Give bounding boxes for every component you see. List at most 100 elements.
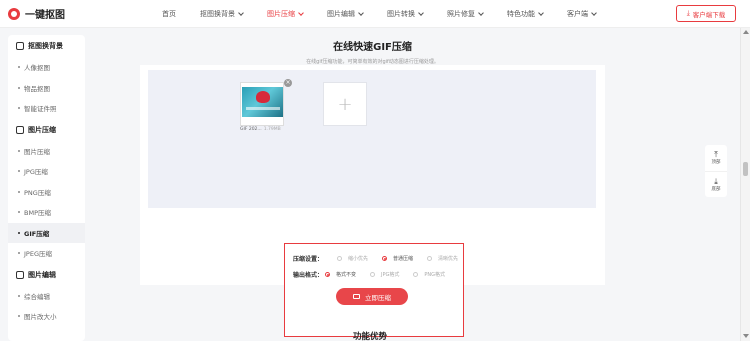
compress-button-label: 立即压缩	[365, 293, 391, 302]
sidebar-item-gif-compress[interactable]: GIF压缩	[8, 222, 85, 243]
option-normal-compress[interactable]: 普通压缩	[382, 255, 413, 262]
sidebar-group-edit[interactable]: 图片编辑	[8, 264, 85, 286]
chevron-down-icon	[478, 9, 484, 16]
sidebar-group-label: 图片压缩	[28, 125, 56, 134]
radio-icon	[427, 256, 433, 261]
nav-label: 客户端	[567, 9, 588, 18]
option-label: 普通压缩	[393, 256, 414, 262]
page-subtitle: 在线gif压缩功能，可简单有效的对gif动态图进行压缩处理。	[306, 59, 439, 65]
arrow-to-bottom-icon: ⤓	[714, 176, 718, 186]
sidebar-group-compress[interactable]: 图片压缩	[8, 119, 85, 141]
upload-area[interactable]: × GIF 202... 1.79MB +	[148, 70, 596, 208]
option-label: 缩小优先	[348, 256, 369, 262]
option-label: JPG格式	[381, 272, 400, 278]
nav-features[interactable]: 特色功能	[507, 9, 544, 19]
chevron-down-icon	[538, 9, 544, 16]
nav-repair[interactable]: 照片修复	[447, 9, 484, 19]
nav-label: 图片转换	[387, 9, 415, 18]
logo-text: 一键抠图	[25, 10, 65, 21]
sidebar: 抠图换背景 人像抠图 物品抠图 智能证件照 图片压缩 图片压缩 JPG压缩 PN…	[8, 35, 85, 341]
floating-toolbar: ⤒ 顶部 ⤓ 底部	[705, 145, 727, 197]
uploaded-file-thumbnail[interactable]	[240, 82, 284, 126]
chevron-down-icon	[591, 9, 597, 16]
back-to-top-button[interactable]: ⤒ 顶部	[705, 145, 727, 171]
file-info: GIF 202... 1.79MB	[240, 127, 300, 132]
nav-label: 首页	[162, 9, 176, 18]
add-file-button[interactable]: +	[323, 82, 367, 126]
compress-setting-label: 压缩设置：	[293, 256, 324, 263]
compress-icon	[353, 294, 360, 299]
option-png-format[interactable]: PNG格式	[413, 271, 445, 278]
thumbnail-image	[242, 87, 283, 117]
scroll-down-icon[interactable]	[743, 334, 749, 338]
sidebar-item-object-cutout[interactable]: 物品抠图	[8, 78, 85, 99]
nav-compress[interactable]: 图片压缩	[267, 9, 304, 19]
arrow-to-top-icon: ⤒	[714, 150, 718, 159]
nav-label: 图片压缩	[267, 9, 295, 18]
output-format-row: 输出格式： 格式不变 JPG格式 PNG格式	[293, 270, 459, 279]
features-section-title: 功能优势	[353, 332, 388, 341]
nav-label: 照片修复	[447, 9, 475, 18]
nav-label: 抠图换背景	[200, 9, 235, 18]
download-label: 客户端下载	[692, 10, 726, 19]
sidebar-item-image-compress[interactable]: 图片压缩	[8, 141, 85, 162]
sidebar-item-id-photo[interactable]: 智能证件照	[8, 98, 85, 119]
cutout-icon	[16, 42, 24, 50]
scrollbar-thumb[interactable]	[743, 162, 748, 176]
remove-file-icon[interactable]: ×	[284, 79, 292, 87]
chevron-down-icon	[298, 9, 304, 16]
back-to-top-label: 顶部	[711, 160, 721, 165]
option-label: PNG格式	[424, 272, 446, 278]
scroll-up-icon[interactable]	[743, 30, 749, 34]
sidebar-group-cutout[interactable]: 抠图换背景	[8, 35, 85, 57]
compress-setting-row: 压缩设置： 缩小优先 普通压缩 清晰优先	[293, 254, 472, 263]
sidebar-item-portrait-cutout[interactable]: 人像抠图	[8, 57, 85, 78]
nav-edit[interactable]: 图片编辑	[327, 9, 364, 19]
radio-checked-icon	[382, 256, 388, 261]
option-clarity-first[interactable]: 清晰优先	[427, 255, 458, 262]
nav-label: 特色功能	[507, 9, 535, 18]
nav-cutout[interactable]: 抠图换背景	[200, 9, 244, 19]
sidebar-group-label: 抠图换背景	[28, 42, 63, 50]
compress-icon	[16, 125, 24, 134]
option-label: 清晰优先	[438, 256, 459, 262]
compress-now-button[interactable]: 立即压缩	[336, 288, 408, 305]
nav-home[interactable]: 首页	[162, 9, 176, 19]
sidebar-item-jpeg-compress[interactable]: JPEG压缩	[8, 243, 85, 264]
go-to-bottom-label: 底部	[711, 186, 721, 192]
radio-icon	[370, 272, 376, 277]
page-title: 在线快速GIF压缩	[333, 42, 412, 53]
radio-checked-icon	[325, 272, 330, 277]
chevron-down-icon	[238, 9, 244, 16]
sidebar-group-label: 图片编辑	[28, 270, 56, 279]
logo[interactable]: 一键抠图	[8, 6, 128, 21]
radio-icon	[413, 272, 419, 277]
option-jpg-format[interactable]: JPG格式	[370, 271, 399, 278]
file-name: GIF 202...	[240, 127, 262, 132]
file-size: 1.79MB	[263, 127, 281, 132]
sidebar-item-jpg-compress[interactable]: JPG压缩	[8, 161, 85, 182]
main-nav: 首页 抠图换背景 图片压缩 图片编辑 图片转换 照片修复 特色功能 客户端	[162, 9, 620, 19]
top-navbar: 一键抠图 首页 抠图换背景 图片压缩 图片编辑 图片转换 照片修复 特色功能 客…	[0, 0, 750, 28]
tool-card: × GIF 202... 1.79MB + 压缩设置： 缩小优先 普通压缩 清晰优…	[140, 65, 605, 337]
sidebar-item-bmp-compress[interactable]: BMP压缩	[8, 202, 85, 223]
compress-settings-panel: 压缩设置： 缩小优先 普通压缩 清晰优先 输出格式： 格式不变 JPG格式 PN…	[284, 243, 464, 337]
sidebar-item-resize[interactable]: 图片改大小	[8, 306, 85, 327]
chevron-down-icon	[358, 9, 364, 16]
page-scrollbar[interactable]	[740, 28, 750, 341]
sidebar-item-png-compress[interactable]: PNG压缩	[8, 182, 85, 203]
download-icon: ⤓	[686, 9, 690, 17]
nav-convert[interactable]: 图片转换	[387, 9, 424, 19]
option-label: 格式不变	[336, 272, 357, 278]
option-keep-format[interactable]: 格式不变	[325, 271, 356, 278]
nav-client[interactable]: 客户端	[567, 9, 597, 19]
go-to-bottom-button[interactable]: ⤓ 底部	[705, 171, 727, 197]
option-smaller-first[interactable]: 缩小优先	[337, 255, 368, 262]
nav-label: 图片编辑	[327, 9, 355, 18]
radio-icon	[337, 256, 342, 261]
chevron-down-icon	[418, 9, 424, 16]
client-download-button[interactable]: ⤓ 客户端下载	[676, 5, 736, 22]
logo-icon	[8, 7, 20, 20]
edit-icon	[16, 270, 24, 279]
sidebar-item-general-edit[interactable]: 综合编辑	[8, 286, 85, 307]
